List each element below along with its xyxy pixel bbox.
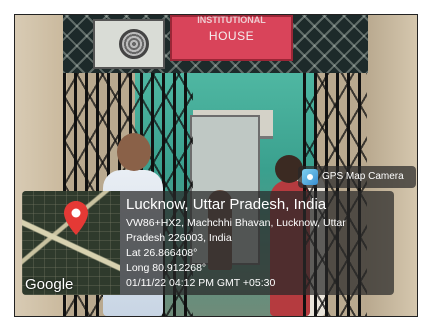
signboard: INSTITUTIONAL HOUSE bbox=[170, 15, 293, 61]
gps-datetime: 01/11/22 04:12 PM GMT +05:30 bbox=[126, 277, 276, 289]
signboard-bottom-text: HOUSE bbox=[208, 29, 255, 43]
gps-address-line2: Pradesh 226003, India bbox=[126, 232, 232, 244]
map-pin-icon bbox=[64, 201, 88, 235]
gps-camera-label: GPS Map Camera bbox=[322, 171, 404, 182]
gps-latitude: Lat 26.866408° bbox=[126, 247, 198, 259]
gps-text-block: Lucknow, Uttar Pradesh, India VW86+HX2, … bbox=[126, 196, 392, 291]
gps-address-line1: VW86+HX2, Machchhi Bhavan, Lucknow, Utta… bbox=[126, 217, 346, 229]
gps-longitude: Long 80.912268° bbox=[126, 262, 207, 274]
google-wordmark: Google bbox=[25, 276, 74, 293]
gps-city: Lucknow, Uttar Pradesh, India bbox=[126, 196, 327, 213]
air-conditioner-unit bbox=[93, 19, 165, 69]
person-foreground-head bbox=[117, 133, 151, 171]
map-thumbnail: Google bbox=[22, 191, 120, 295]
ac-fan-icon bbox=[119, 29, 149, 59]
gps-camera-badge: GPS Map Camera bbox=[298, 166, 416, 188]
screenshot-frame: INSTITUTIONAL HOUSE GPS Map Camera Googl… bbox=[0, 0, 425, 327]
signboard-top-text: INSTITUTIONAL bbox=[197, 15, 266, 25]
camera-icon bbox=[302, 169, 318, 185]
